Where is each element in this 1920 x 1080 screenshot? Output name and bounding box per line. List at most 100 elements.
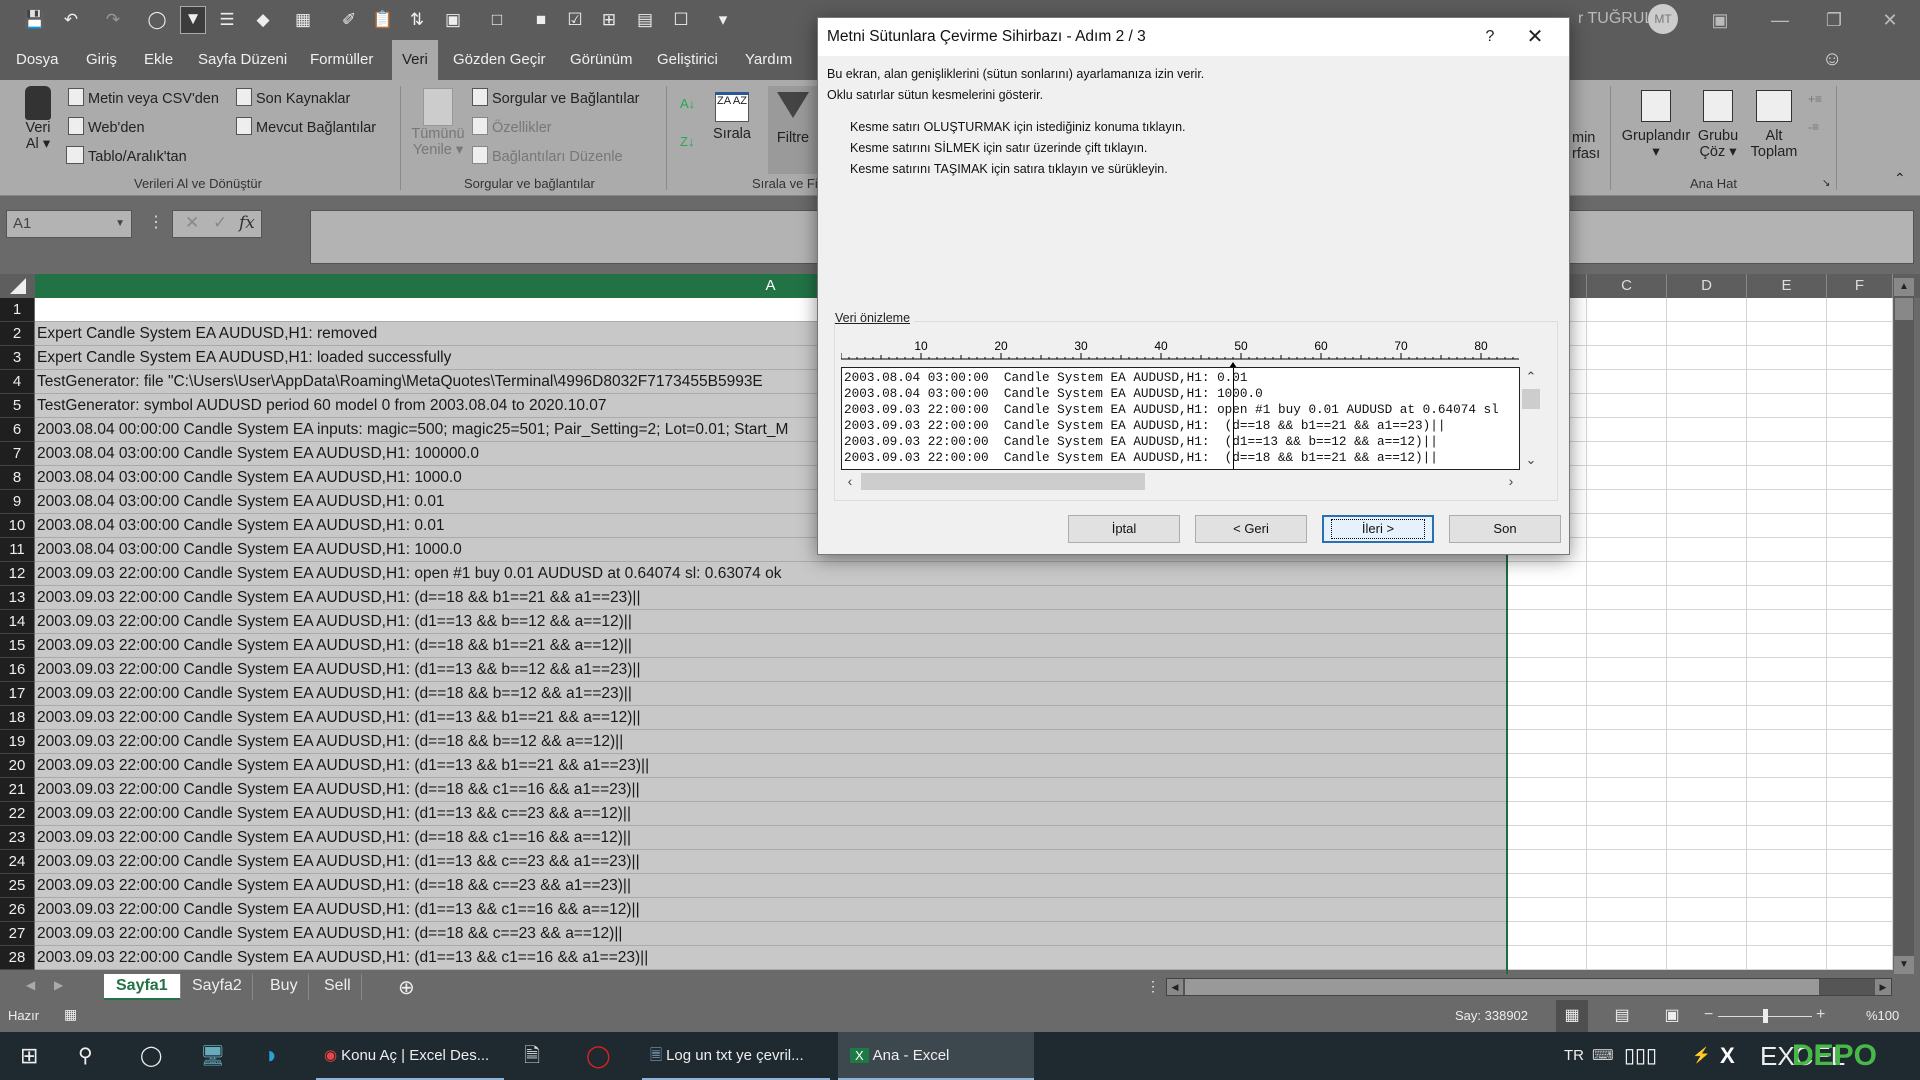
zoom-slider[interactable] — [1718, 1009, 1812, 1023]
row-header[interactable]: 22 — [0, 802, 34, 826]
minimize-icon[interactable]: — — [1760, 6, 1800, 34]
cell[interactable] — [1827, 370, 1893, 394]
from-table-button[interactable]: Tablo/Aralık'tan — [66, 146, 187, 165]
data-validation-icon[interactable]: ☐ — [668, 8, 694, 32]
row-header[interactable]: 18 — [0, 706, 34, 730]
tab-veri[interactable]: Veri — [392, 40, 438, 80]
row-header[interactable]: 14 — [0, 610, 34, 634]
sort-asc-icon[interactable]: A↓ — [680, 96, 695, 111]
cancel-entry-icon[interactable]: ✕ — [185, 213, 199, 233]
cell[interactable] — [1667, 586, 1747, 610]
cell[interactable] — [1507, 754, 1587, 778]
cell[interactable] — [1827, 802, 1893, 826]
cell[interactable] — [1507, 682, 1587, 706]
cell-a[interactable]: 2003.09.03 22:00:00 Candle System EA AUD… — [35, 778, 1507, 802]
form-icon[interactable]: ▤ — [632, 8, 658, 32]
data-preview[interactable]: 2003.08.04 03:00:00 Candle System EA AUD… — [841, 367, 1520, 470]
tab-ekle[interactable]: Ekle — [136, 40, 181, 80]
normal-view-icon[interactable]: ▦ — [1556, 1000, 1588, 1032]
checklist-icon[interactable]: ☑ — [562, 8, 588, 32]
cell[interactable] — [1667, 442, 1747, 466]
cell[interactable] — [1747, 874, 1827, 898]
cell[interactable] — [1507, 610, 1587, 634]
existing-connections-button[interactable]: Mevcut Bağlantılar — [236, 117, 376, 136]
macro-record-icon[interactable]: ▦ — [64, 1006, 77, 1023]
cell[interactable] — [1667, 826, 1747, 850]
cell[interactable] — [1827, 562, 1893, 586]
zoom-level[interactable]: %100 — [1866, 1008, 1899, 1023]
row-header[interactable]: 3 — [0, 346, 34, 370]
zoom-in-icon[interactable]: + — [1816, 1006, 1825, 1024]
help-button[interactable]: ? — [1475, 18, 1505, 56]
share-person-icon[interactable]: ☺ — [1822, 48, 1842, 71]
cell[interactable] — [1827, 922, 1893, 946]
cell[interactable] — [1667, 634, 1747, 658]
cell[interactable] — [1587, 298, 1667, 322]
row-header[interactable]: 12 — [0, 562, 34, 586]
cell[interactable] — [1747, 610, 1827, 634]
cell[interactable] — [1587, 514, 1667, 538]
get-data-button[interactable]: Veri Al ▾ — [16, 86, 60, 152]
horizontal-scrollbar[interactable]: ◀ ▶ — [1166, 978, 1892, 996]
row-header[interactable]: 1 — [0, 298, 34, 322]
cortana-icon[interactable]: ◯ — [140, 1032, 162, 1080]
cell[interactable] — [1587, 538, 1667, 562]
cell[interactable] — [1587, 418, 1667, 442]
cell[interactable] — [1747, 778, 1827, 802]
close-dialog-icon[interactable]: ✕ — [1515, 18, 1555, 56]
sheet-tab-sell[interactable]: Sell — [314, 974, 362, 1000]
row-header[interactable]: 9 — [0, 490, 34, 514]
cell[interactable] — [1667, 562, 1747, 586]
cell[interactable] — [1507, 778, 1587, 802]
cell[interactable] — [1667, 946, 1747, 970]
cell[interactable] — [1507, 586, 1587, 610]
cell[interactable] — [1827, 898, 1893, 922]
cell[interactable] — [1747, 346, 1827, 370]
row-header[interactable]: 26 — [0, 898, 34, 922]
sort-button[interactable]: ZA AZ Sırala — [712, 92, 752, 142]
row-header[interactable]: 19 — [0, 730, 34, 754]
column-break-line[interactable] — [1233, 368, 1234, 469]
recent-sources-button[interactable]: Son Kaynaklar — [236, 88, 350, 107]
cell[interactable] — [1587, 346, 1667, 370]
cell[interactable] — [1667, 490, 1747, 514]
cell[interactable] — [1747, 298, 1827, 322]
tab-giris[interactable]: Giriş — [78, 40, 125, 80]
cell-a[interactable]: 2003.09.03 22:00:00 Candle System EA AUD… — [35, 658, 1507, 682]
collapse-ribbon-icon[interactable]: ⌃ — [1894, 170, 1906, 187]
page-layout-view-icon[interactable]: ▤ — [1606, 1004, 1638, 1028]
sheet-tab-buy[interactable]: Buy — [260, 974, 309, 1000]
cell[interactable] — [1747, 490, 1827, 514]
cell[interactable] — [1667, 802, 1747, 826]
python-file-icon[interactable]: 🗎 — [524, 1032, 540, 1080]
sheet-tab-sayfa1[interactable]: Sayfa1 — [104, 974, 181, 1000]
power-plug-icon[interactable]: ⚡ — [1692, 1032, 1711, 1080]
row-header[interactable]: 28 — [0, 946, 34, 970]
cell[interactable] — [1587, 490, 1667, 514]
cell-a[interactable]: 2003.09.03 22:00:00 Candle System EA AUD… — [35, 922, 1507, 946]
cell[interactable] — [1587, 466, 1667, 490]
cell[interactable] — [1587, 778, 1667, 802]
row-header[interactable]: 27 — [0, 922, 34, 946]
battery-icon[interactable]: ▯▯▯ — [1624, 1032, 1657, 1080]
taskbar-chrome[interactable]: ◉ Konu Aç | Excel Des... — [316, 1032, 504, 1080]
sort-az-icon[interactable]: ⇅ — [404, 8, 430, 32]
borders-icon[interactable]: □ — [484, 8, 510, 32]
cell[interactable] — [1667, 298, 1747, 322]
language-indicator[interactable]: TR — [1564, 1032, 1584, 1080]
cell-a[interactable]: 2003.09.03 22:00:00 Candle System EA AUD… — [35, 706, 1507, 730]
cell-a[interactable]: 2003.09.03 22:00:00 Candle System EA AUD… — [35, 826, 1507, 850]
cell[interactable] — [1747, 898, 1827, 922]
cell[interactable] — [1587, 634, 1667, 658]
tab-dosya[interactable]: Dosya — [8, 40, 67, 80]
cell[interactable] — [1747, 466, 1827, 490]
cell[interactable] — [1747, 418, 1827, 442]
cell[interactable] — [1827, 634, 1893, 658]
cell[interactable] — [1667, 370, 1747, 394]
refresh-all-button[interactable]: Tümünü Yenile ▾ — [410, 88, 466, 158]
tab-gorunum[interactable]: Görünüm — [562, 40, 641, 80]
cell[interactable] — [1667, 730, 1747, 754]
next-button[interactable]: İleri > — [1322, 515, 1434, 543]
cell[interactable] — [1587, 322, 1667, 346]
cell[interactable] — [1827, 466, 1893, 490]
